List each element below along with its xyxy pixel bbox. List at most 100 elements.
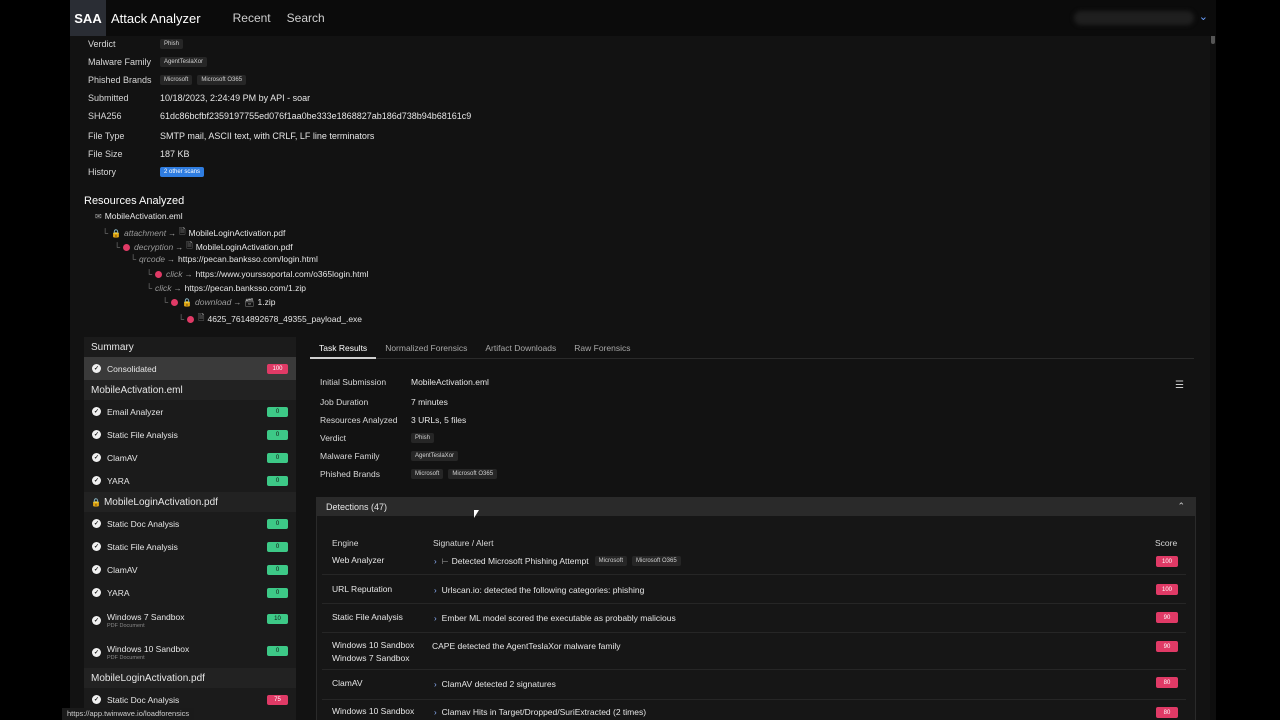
verdict-tag: Phish (411, 433, 435, 443)
sidebar-item[interactable]: ✓ YARA 0 (84, 469, 296, 492)
app-title[interactable]: Attack Analyzer (111, 11, 201, 26)
history-badge[interactable]: 2 other scans (160, 167, 205, 177)
chevron-right-icon[interactable]: › (434, 586, 437, 595)
brand-tag: Microsoft O365 (448, 469, 498, 479)
filetype-value: SMTP mail, ASCII text, with CRLF, LF lin… (160, 131, 375, 141)
tree-node[interactable]: └ 🗎 4625_7614892678_49355_payload_.exe (178, 312, 362, 326)
meta-submitted: Submitted 10/18/2023, 2:24:49 PM by API … (88, 93, 310, 103)
check-icon: ✓ (92, 588, 101, 597)
table-row[interactable]: Web Analyzer › ⊢ Detected Microsoft Phis… (322, 547, 1186, 575)
task-resources: Resources Analyzed 3 URLs, 5 files (320, 415, 466, 425)
result-tabs: Task Results Normalized Forensics Artifa… (310, 337, 1194, 359)
menu-icon[interactable]: ☰ (1175, 380, 1184, 391)
info-label: Resources Analyzed (320, 415, 398, 425)
task-malware: Malware Family AgentTeslaXor (320, 451, 463, 461)
table-row[interactable]: Windows 10 Sandbox Windows 7 Sandbox CAP… (322, 633, 1186, 670)
check-icon: ✓ (92, 430, 101, 439)
tree-node[interactable]: └ 🔒 attachment → 🗎 MobileLoginActivation… (102, 226, 285, 240)
meta-verdict: Verdict Phish (88, 39, 188, 49)
brand-tag: Microsoft (411, 469, 444, 479)
chevron-down-icon[interactable]: ⌄ (1199, 10, 1208, 23)
sidebar-item[interactable]: ✓ Windows 7 Sandbox PDF Document 10 (84, 604, 296, 636)
sidebar-item-label: Email Analyzer (107, 406, 164, 417)
sidebar-section-title: 🔒 MobileLoginActivation.pdf (84, 492, 296, 512)
det-engine: Static File Analysis (332, 612, 403, 622)
sidebar-item[interactable]: ✓ ClamAV 0 (84, 446, 296, 469)
check-icon: ✓ (92, 542, 101, 551)
info-value: 3 URLs, 5 files (411, 415, 467, 425)
top-navbar: SAA Attack Analyzer Recent Search ⌄ (70, 0, 1216, 36)
table-row[interactable]: Windows 10 Sandbox › Clamav Hits in Targ… (322, 700, 1186, 720)
nav-recent[interactable]: Recent (233, 11, 271, 25)
sidebar-item[interactable]: ✓ Static File Analysis 0 (84, 535, 296, 558)
det-signature-text: ClamAV detected 2 signatures (441, 679, 556, 689)
sidebar-item[interactable]: ✓ Static File Analysis 0 (84, 423, 296, 446)
tree-node[interactable]: └ decryption → 🗎 MobileLoginActivation.p… (114, 240, 293, 254)
tree-node[interactable]: └ click → https://www.yourssoportal.com/… (146, 269, 368, 279)
brand-tag: Microsoft (160, 75, 193, 85)
arrow-icon: → (168, 228, 177, 238)
sidebar-item-text: Windows 10 Sandbox PDF Document (107, 644, 189, 661)
tree-node[interactable]: └ 🔒 download → 🗃 1.zip (162, 297, 276, 307)
malware-tag: AgentTeslaXor (160, 57, 208, 67)
tab-normalized-forensics[interactable]: Normalized Forensics (376, 337, 476, 359)
table-row[interactable]: ClamAV › ClamAV detected 2 signatures 80 (322, 670, 1186, 700)
tab-artifact-downloads[interactable]: Artifact Downloads (476, 337, 565, 359)
sidebar-item-label: Static Doc Analysis (107, 518, 180, 529)
sha256-value[interactable]: 61dc86bcfbf2359197755ed076f1aa0be333e186… (160, 111, 471, 121)
tree-node[interactable]: └ click → https://pecan.banksso.com/1.zi… (146, 283, 306, 293)
meta-label: Submitted (88, 93, 129, 103)
score-badge: 0 (267, 453, 288, 463)
tree-node-label: MobileLoginActivation.pdf (195, 242, 293, 252)
check-icon: ✓ (92, 647, 101, 657)
sidebar-item[interactable]: ✓ YARA 0 (84, 581, 296, 604)
sidebar-item[interactable]: ✓ ClamAV 0 (84, 558, 296, 581)
table-row[interactable]: Static File Analysis › Ember ML model sc… (322, 604, 1186, 633)
meta-filesize: File Size 187 KB (88, 149, 190, 159)
tab-raw-forensics[interactable]: Raw Forensics (565, 337, 639, 359)
tree-node-label: MobileLoginActivation.pdf (188, 228, 286, 238)
archive-icon: 🗃 (244, 297, 255, 307)
score-badge: 100 (1156, 584, 1178, 595)
tab-task-results[interactable]: Task Results (310, 337, 377, 359)
brand-tag: Microsoft (594, 556, 627, 566)
sidebar-item-sub: PDF Document (107, 622, 145, 629)
task-verdict: Verdict Phish (320, 433, 439, 443)
status-bar-url: https://app.twinwave.io/loadforensics (62, 708, 195, 720)
task-duration: Job Duration 7 minutes (320, 397, 448, 407)
nav-search[interactable]: Search (287, 11, 325, 25)
detections-header[interactable]: Detections (47) ⌃ (317, 498, 1195, 516)
chevron-right-icon[interactable]: › (434, 708, 437, 717)
info-label: Verdict (320, 433, 346, 443)
sidebar-item[interactable]: ✓ Static Doc Analysis 0 (84, 512, 296, 535)
sidebar-item[interactable]: ✓ Email Analyzer 0 (84, 400, 296, 423)
check-icon: ✓ (92, 565, 101, 574)
scrollbar[interactable] (1210, 0, 1216, 720)
user-menu[interactable] (1074, 11, 1194, 25)
sidebar-item-label: Windows 10 Sandbox (107, 643, 190, 654)
chevron-right-icon[interactable]: › (434, 614, 437, 623)
mail-icon: ✉ (95, 211, 102, 221)
tree-node[interactable]: ✉ MobileActivation.eml (95, 211, 183, 221)
arrow-icon: → (167, 254, 176, 264)
det-engine: URL Reputation (332, 584, 393, 594)
sidebar-item-consolidated[interactable]: ✓ Consolidated 100 (84, 357, 296, 380)
score-badge: 0 (267, 646, 288, 656)
sidebar-item-label: ClamAV (107, 564, 138, 575)
task-initial: Initial Submission MobileActivation.eml (320, 377, 489, 387)
chevron-right-icon[interactable]: › (434, 557, 437, 566)
meta-history: History 2 other scans (88, 167, 209, 177)
chevron-up-icon[interactable]: ⌃ (1177, 501, 1185, 512)
app-logo[interactable]: SAA (70, 0, 106, 36)
info-label: Phished Brands (320, 469, 381, 479)
tree-node[interactable]: └ qrcode → https://pecan.banksso.com/log… (130, 254, 318, 264)
arrow-icon: → (233, 297, 242, 307)
tree-branch: └ (114, 242, 121, 252)
chevron-right-icon[interactable]: › (434, 680, 437, 689)
mouse-cursor-icon (474, 510, 479, 518)
sidebar-item[interactable]: ✓ Windows 10 Sandbox PDF Document 0 (84, 636, 296, 668)
check-icon: ✓ (92, 519, 101, 528)
brand-tag: Microsoft O365 (197, 75, 247, 85)
meta-label: File Size (88, 149, 123, 159)
table-row[interactable]: URL Reputation › Urlscan.io: detected th… (322, 575, 1186, 604)
